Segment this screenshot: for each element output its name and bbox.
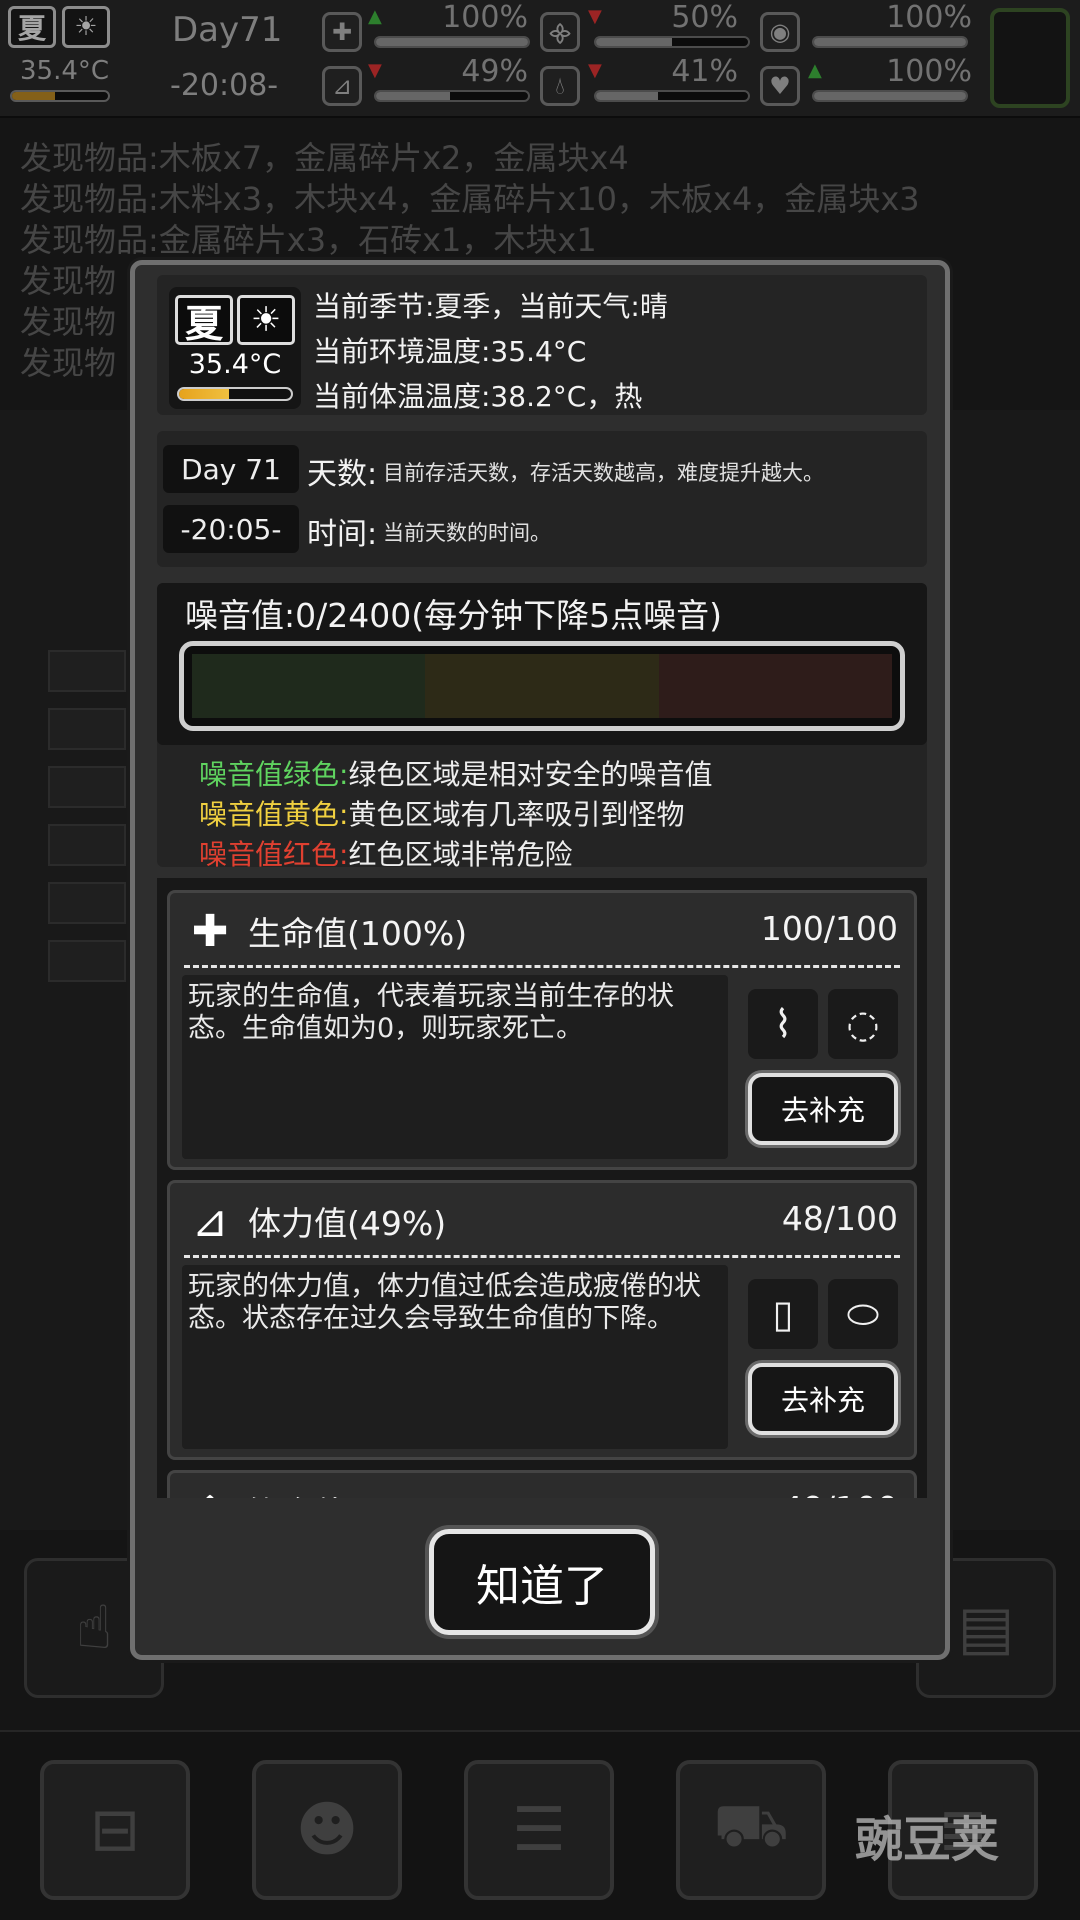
health-card: ✚ 生命值(100%) 100/100 玩家的生命值，代表着玩家当前生存的状态。… [167,890,917,1170]
card-title: 饱食值(50%) [248,1487,446,1498]
season-char: 夏 [175,295,233,346]
status-info-dialog: 夏 ☀ 35.4°C 当前季节:夏季，当前天气:晴 当前环境温度:35.4°C … [130,260,950,1660]
noise-title: 噪音值:0/2400(每分钟下降5点噪音) [185,596,722,635]
noise-yellow-key: 噪音值黄色: [199,798,349,831]
temperature-bar [177,387,293,401]
time-description: 当前天数的时间。 [383,521,551,545]
noise-panel: 噪音值:0/2400(每分钟下降5点噪音) 噪音值绿色:绿色区域是相对安全的噪音… [157,583,927,871]
energy-drink-icon[interactable]: ▯ [748,1279,818,1349]
card-value: 49/100 [782,1489,898,1498]
day-time-panel: Day 71 天数: 目前存活天数，存活天数越高，难度提升越大。 -20:05-… [157,431,927,567]
badge-temperature: 35.4°C [188,349,282,380]
noise-red-key: 噪音值红色: [199,838,349,871]
stomach-icon: ᯽ [184,1485,236,1498]
refill-button[interactable]: 去补充 [748,1073,898,1145]
stamina-card: ⊿ 体力值(49%) 48/100 玩家的体力值，体力值过低会造成疲倦的状态。状… [167,1180,917,1460]
ok-button[interactable]: 知道了 [429,1529,655,1635]
refill-button[interactable]: 去补充 [748,1363,898,1435]
card-divider [184,965,900,968]
season-panel: 夏 ☀ 35.4°C 当前季节:夏季，当前天气:晴 当前环境温度:35.4°C … [157,275,927,415]
bandage-icon[interactable]: ⌇ [748,989,818,1059]
noise-zone-yellow [425,654,659,718]
day-description: 目前存活天数，存活天数越高，难度提升越大。 [383,461,824,485]
card-description: 玩家的体力值，体力值过低会造成疲倦的状态。状态存在过久会导致生命值的下降。 [188,1271,701,1334]
noise-green-note: 噪音值绿色:绿色区域是相对安全的噪音值 [199,753,712,793]
card-description-box: 玩家的生命值，代表着玩家当前生存的状态。生命值如为0，则玩家死亡。 [182,975,728,1159]
card-description-box: 玩家的体力值，体力值过低会造成疲倦的状态。状态存在过久会导致生命值的下降。 [182,1265,728,1449]
stats-scroll-list[interactable]: ✚ 生命值(100%) 100/100 玩家的生命值，代表着玩家当前生存的状态。… [157,878,927,1498]
gauze-roll-icon[interactable]: ◌ [828,989,898,1059]
season-badge: 夏 ☀ 35.4°C [169,287,301,409]
noise-zone-green [192,654,426,718]
noise-zone-red [658,654,892,718]
card-title: 生命值(100%) [248,914,468,953]
noise-yellow-text: 黄色区域有几率吸引到怪物 [348,798,685,831]
day-title: 天数: [307,457,378,492]
card-divider [184,1255,900,1258]
noise-yellow-note: 噪音值黄色:黄色区域有几率吸引到怪物 [199,793,684,833]
body-temperature-text: 当前体温温度:38.2°C，热 [313,380,643,413]
noise-red-note: 噪音值红色:红色区域非常危险 [199,833,572,873]
noise-meter [179,641,905,731]
medkit-icon: ✚ [191,905,229,957]
boot-icon: ⊿ [191,1195,229,1247]
card-value: 100/100 [760,909,898,948]
noise-green-text: 绿色区域是相对安全的噪音值 [348,758,713,791]
noise-red-text: 红色区域非常危险 [348,838,573,871]
card-title: 体力值(49%) [248,1204,447,1243]
card-value: 48/100 [781,1199,898,1238]
sun-icon: ☀ [237,295,295,345]
day-tag: Day 71 [163,445,299,493]
card-description: 玩家的生命值，代表着玩家当前生存的状态。生命值如为0，则玩家死亡。 [188,981,674,1044]
time-tag: -20:05- [163,505,299,553]
noise-green-key: 噪音值绿色: [199,758,349,791]
time-title: 时间: [307,517,378,552]
hunger-card: ᯽ 饱食值(50%) 49/100 [167,1470,917,1498]
season-weather-text: 当前季节:夏季，当前天气:晴 [313,290,668,323]
canned-food-icon[interactable]: ⬭ [828,1279,898,1349]
env-temperature-text: 当前环境温度:35.4°C [313,335,587,368]
